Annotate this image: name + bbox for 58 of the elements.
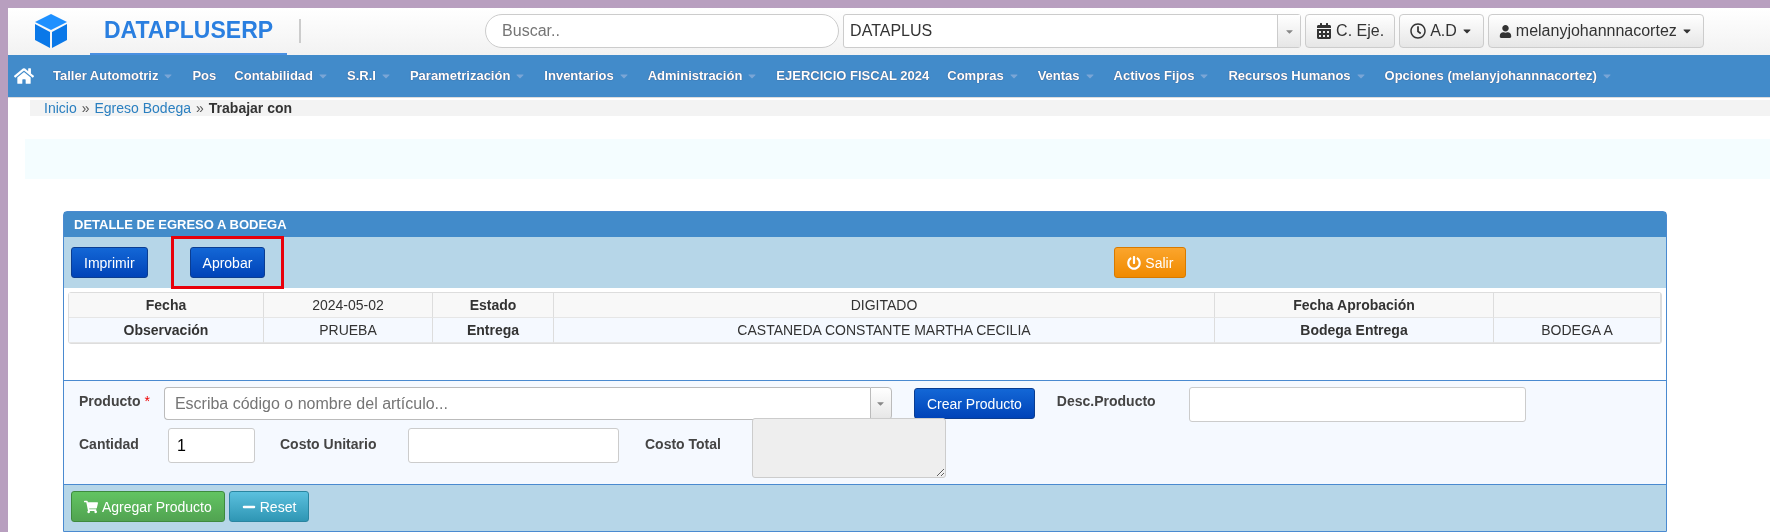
nav-menu-item[interactable]: Contabilidad <box>225 68 338 84</box>
clock-menu-button[interactable]: A.D <box>1399 14 1484 49</box>
description-field[interactable] <box>1188 387 1526 422</box>
calendar-icon <box>1316 23 1333 40</box>
nav-menu-item[interactable]: Inventarios <box>535 68 639 84</box>
nav-menu-item[interactable]: S.R.I <box>338 68 401 84</box>
company-select[interactable]: DATAPLUS <box>843 14 1302 49</box>
field-label: Producto <box>79 392 141 409</box>
cube-logo-icon <box>34 13 68 50</box>
nav-menu-item[interactable]: Activos Fijos <box>1104 68 1220 84</box>
nav-menu-item[interactable]: Opciones (melanyjohannnacortez) <box>1375 68 1622 84</box>
detail-label: Observación <box>69 318 264 343</box>
calendar-menu-button[interactable]: C. Eje. <box>1305 14 1396 49</box>
detail-value: BODEGA A <box>1494 318 1661 343</box>
panel-title: DETALLE DE EGRESO A BODEGA <box>64 212 1666 237</box>
clock-icon <box>1410 23 1427 40</box>
cart-icon <box>84 499 98 514</box>
user-icon <box>1498 24 1512 38</box>
detail-label: Fecha Aprobación <box>1215 293 1494 318</box>
exit-button[interactable]: Salir <box>1114 247 1187 278</box>
product-field[interactable]: Escriba código o nombre del artículo... <box>163 387 870 420</box>
detail-value: PRUEBA <box>264 318 433 343</box>
nav-menu-item[interactable]: EJERCICIO FISCAL 2024 <box>767 68 939 84</box>
field-label: Costo Unitario <box>280 435 378 452</box>
toolbar-button[interactable]: Imprimir <box>71 247 148 278</box>
quantity-field[interactable]: 1 <box>168 428 255 463</box>
detail-value: 2024-05-02 <box>264 293 433 318</box>
unit-cost-field[interactable] <box>408 428 619 463</box>
nav-menu-item[interactable]: Pos <box>183 68 226 84</box>
breadcrumb-separator: » <box>196 100 204 117</box>
field-label: Costo Total <box>645 435 722 452</box>
field-label: Cantidad <box>79 435 140 452</box>
reset-button[interactable]: Reset <box>228 491 310 522</box>
nav-menu-item[interactable]: Ventas <box>1028 68 1105 84</box>
power-icon <box>1127 255 1142 270</box>
required-mark: * <box>144 392 150 409</box>
breadcrumb-separator: » <box>81 100 90 117</box>
home-icon[interactable] <box>14 66 34 86</box>
breadcrumb-link[interactable]: Inicio <box>44 100 77 117</box>
create-product-button[interactable]: Crear Producto <box>913 388 1035 419</box>
toolbar-button[interactable]: Aprobar <box>189 247 266 278</box>
detail-value: CASTANEDA CONSTANTE MARTHA CECILIA <box>554 318 1215 343</box>
add-button[interactable]: Agregar Producto <box>71 491 225 522</box>
nav-menu-item[interactable]: Compras <box>938 68 1029 84</box>
user-menu-button[interactable]: melanyjohannnacortez <box>1487 14 1704 49</box>
nav-menu-item[interactable]: Recursos Humanos <box>1219 68 1376 84</box>
nav-menu-item[interactable]: Parametrización <box>400 68 536 84</box>
search-field[interactable]: Buscar.. <box>485 14 840 49</box>
detail-label: Entrega <box>433 318 554 343</box>
breadcrumb-link[interactable]: Egreso Bodega <box>94 100 191 117</box>
detail-value: DIGITADO <box>554 293 1215 318</box>
nav-menu-item[interactable]: Taller Automotriz <box>44 68 184 84</box>
nav-menu-item[interactable]: Administración <box>638 68 768 84</box>
detail-label: Estado <box>433 293 554 318</box>
detail-label: Bodega Entrega <box>1215 318 1494 343</box>
detail-label: Fecha <box>69 293 264 318</box>
breadcrumb-current: Trabajar con <box>208 100 293 117</box>
field-label: Desc.Producto <box>1056 392 1157 409</box>
